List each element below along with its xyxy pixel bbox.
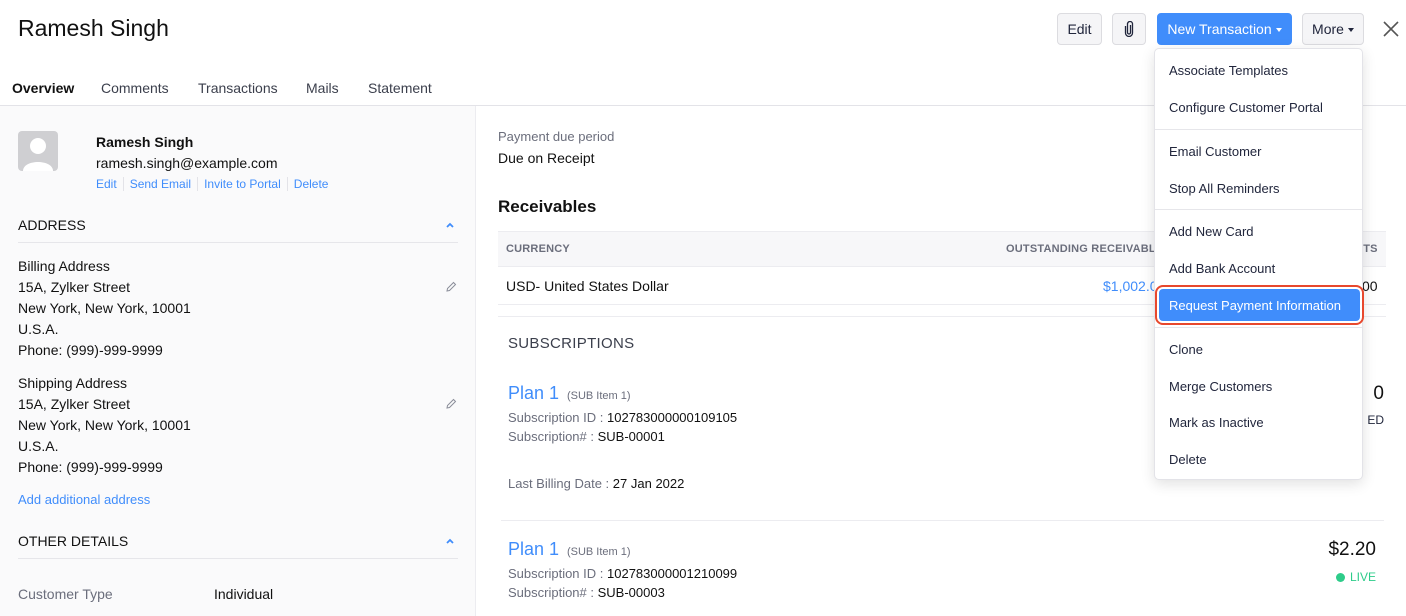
edit-button[interactable]: Edit: [1057, 13, 1102, 45]
shipping-address-label: Shipping Address: [18, 375, 127, 391]
menu-item-request-payment-information[interactable]: Request Payment Information: [1155, 285, 1364, 325]
last-billing-date-label: Last Billing Date :: [508, 476, 610, 491]
subscription-status: ED: [1367, 413, 1384, 427]
shipping-city: New York, New York, 10001: [18, 417, 191, 433]
unused-credits-cell: 00: [1362, 278, 1378, 294]
customer-type-label: Customer Type: [18, 586, 113, 602]
subscription-number-label: Subscription# :: [508, 429, 594, 444]
subscription-number-value: SUB-00001: [597, 429, 665, 444]
subscription-amount: $2.20: [1328, 539, 1376, 560]
billing-street: 15A, Zylker Street: [18, 279, 131, 295]
more-label: More: [1312, 21, 1344, 37]
subscription-id-label: Subscription ID :: [508, 566, 604, 581]
subscription-status-live: LIVE: [1335, 570, 1376, 584]
chevron-up-icon[interactable]: [444, 535, 456, 547]
menu-item-email-customer[interactable]: Email Customer: [1159, 135, 1360, 167]
subscription-id-value: 102783000001210099: [607, 566, 738, 581]
close-icon[interactable]: [1378, 16, 1404, 42]
billing-city: New York, New York, 10001: [18, 300, 191, 316]
menu-divider: [1155, 327, 1362, 328]
subscriptions-title: SUBSCRIPTIONS: [508, 335, 635, 352]
menu-item-configure-customer-portal[interactable]: Configure Customer Portal: [1159, 91, 1360, 123]
plan-item: (SUB Item 1): [566, 390, 631, 402]
subscription-number: Subscription# : SUB-00003: [508, 585, 1384, 600]
menu-item-delete[interactable]: Delete: [1159, 443, 1360, 475]
shipping-phone: Phone: (999)-999-9999: [18, 459, 163, 475]
paperclip-icon: [1124, 21, 1134, 37]
subscription-number-label: Subscription# :: [508, 585, 594, 600]
billing-address-label: Billing Address: [18, 258, 110, 274]
user-placeholder-icon: [23, 138, 53, 171]
other-details-section-header[interactable]: OTHER DETAILS: [18, 533, 458, 559]
column-currency: CURRENCY: [506, 243, 570, 255]
subscription-number-value: SUB-00003: [597, 585, 665, 600]
contact-name: Ramesh Singh: [96, 134, 194, 150]
status-dot-icon: [1335, 572, 1345, 582]
last-billing-date-value: 27 Jan 2022: [612, 476, 685, 491]
send-email-link[interactable]: Send Email: [122, 177, 197, 191]
avatar: [18, 131, 58, 171]
page-title: Ramesh Singh: [18, 15, 169, 41]
contact-edit-link[interactable]: Edit: [96, 177, 123, 191]
contact-actions: Edit Send Email Invite to Portal Delete: [96, 177, 334, 191]
shipping-country: U.S.A.: [18, 438, 59, 454]
add-additional-address-link[interactable]: Add additional address: [18, 492, 150, 507]
contact-delete-link[interactable]: Delete: [286, 177, 335, 191]
new-transaction-label: New Transaction: [1167, 21, 1272, 37]
customer-details-panel: Ramesh Singh ramesh.singh@example.com Ed…: [0, 106, 476, 616]
menu-divider: [1155, 209, 1362, 210]
menu-item-add-bank-account[interactable]: Add Bank Account: [1159, 252, 1360, 284]
subscription-card: Plan 1 (SUB Item 1) Subscription ID : 10…: [508, 539, 1384, 600]
outstanding-amount-link[interactable]: $1,002.0: [1103, 278, 1158, 294]
menu-item-stop-all-reminders[interactable]: Stop All Reminders: [1159, 172, 1360, 204]
address-section-header[interactable]: ADDRESS: [18, 217, 458, 243]
menu-divider: [1155, 129, 1362, 130]
payment-due-period-value: Due on Receipt: [498, 150, 595, 166]
billing-phone: Phone: (999)-999-9999: [18, 342, 163, 358]
shipping-street: 15A, Zylker Street: [18, 396, 131, 412]
contact-email: ramesh.singh@example.com: [96, 155, 278, 171]
tab-mails[interactable]: Mails: [306, 80, 339, 106]
column-outstanding-receivable: OUTSTANDING RECEIVABLE: [1006, 243, 1164, 255]
receivables-title: Receivables: [498, 197, 597, 216]
divider: [501, 520, 1384, 521]
menu-item-merge-customers[interactable]: Merge Customers: [1159, 370, 1360, 402]
tab-comments[interactable]: Comments: [101, 80, 169, 106]
edit-billing-pencil-icon[interactable]: [444, 280, 458, 294]
other-details-section-title: OTHER DETAILS: [18, 533, 129, 549]
caret-down-icon: [1275, 28, 1282, 32]
billing-country: U.S.A.: [18, 321, 59, 337]
new-transaction-button[interactable]: New Transaction: [1157, 13, 1292, 45]
customer-type-value: Individual: [214, 586, 274, 602]
menu-item-clone[interactable]: Clone: [1159, 333, 1360, 365]
menu-item-mark-as-inactive[interactable]: Mark as Inactive: [1159, 406, 1360, 438]
plan-link[interactable]: Plan 1: [508, 539, 559, 559]
chevron-up-icon[interactable]: [444, 219, 456, 231]
subscription-id-label: Subscription ID :: [508, 410, 604, 425]
tab-transactions[interactable]: Transactions: [198, 80, 278, 106]
attach-button[interactable]: [1112, 13, 1146, 45]
plan-item: (SUB Item 1): [566, 546, 631, 558]
more-button[interactable]: More: [1302, 13, 1364, 45]
edit-shipping-pencil-icon[interactable]: [444, 397, 458, 411]
subscription-amount: 0: [1373, 383, 1384, 404]
subscription-id: Subscription ID : 102783000001210099: [508, 566, 1384, 581]
currency-cell: USD- United States Dollar: [506, 278, 669, 294]
tab-overview[interactable]: Overview: [12, 80, 75, 108]
subscription-id-value: 102783000000109105: [607, 410, 738, 425]
menu-item-add-new-card[interactable]: Add New Card: [1159, 215, 1360, 247]
more-dropdown-menu: Associate Templates Configure Customer P…: [1154, 48, 1364, 480]
plan-link[interactable]: Plan 1: [508, 383, 559, 403]
caret-down-icon: [1347, 28, 1354, 32]
tab-statement[interactable]: Statement: [368, 80, 432, 106]
payment-due-period-label: Payment due period: [498, 129, 615, 144]
menu-item-associate-templates[interactable]: Associate Templates: [1159, 54, 1360, 86]
status-label: LIVE: [1349, 570, 1376, 584]
address-section-title: ADDRESS: [18, 217, 86, 233]
invite-to-portal-link[interactable]: Invite to Portal: [197, 177, 287, 191]
